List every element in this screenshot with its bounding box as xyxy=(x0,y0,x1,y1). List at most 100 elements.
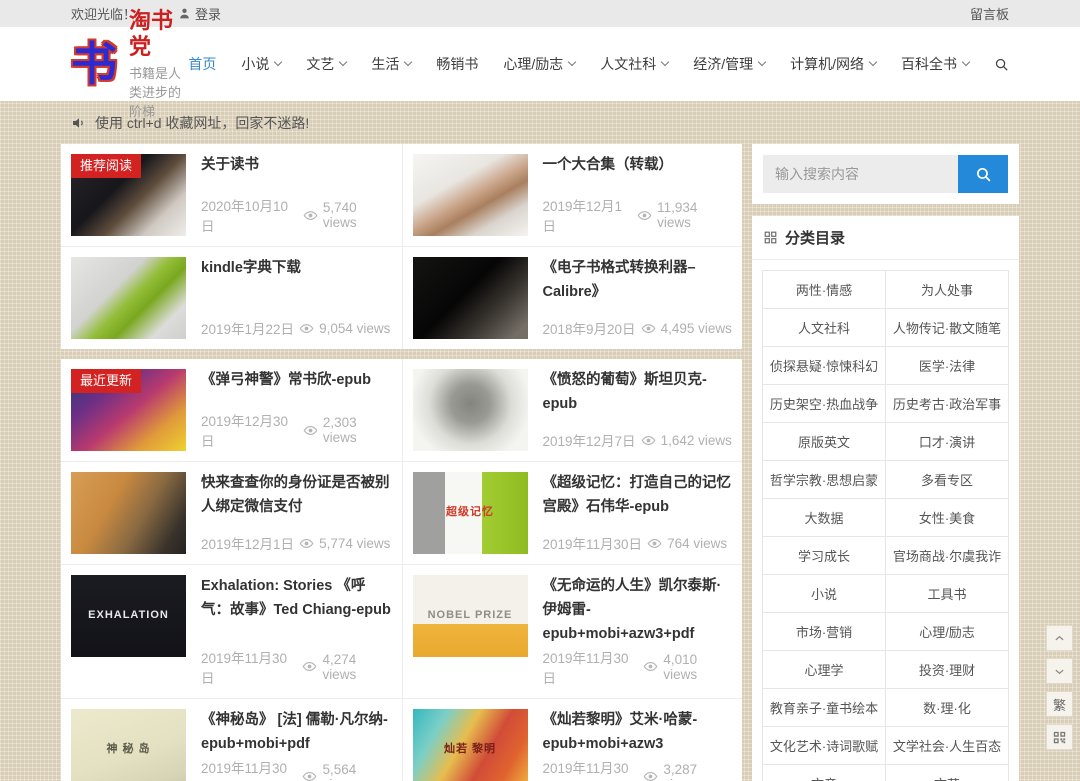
article-thumbnail[interactable] xyxy=(413,154,528,236)
article-title[interactable]: 《无命运的人生》凯尔泰斯·伊姆雷-epub+mobi+azw3+pdf xyxy=(543,575,733,647)
category-link[interactable]: 口才·演讲 xyxy=(886,423,1008,460)
category-link[interactable]: 工具书 xyxy=(886,575,1008,612)
article-title[interactable]: 快来查查你的身份证是否被别人绑定微信支付 xyxy=(201,472,392,520)
article-thumbnail[interactable]: 推荐阅读 xyxy=(71,154,186,236)
category-link[interactable]: 学习成长 xyxy=(763,537,885,574)
category-link[interactable]: 历史考古·政治军事 xyxy=(886,385,1008,422)
article-thumbnail[interactable]: EXHALATION xyxy=(71,575,186,657)
category-link[interactable]: 历史架空·热血战争 xyxy=(763,385,885,422)
article-thumbnail[interactable]: 神 秘 岛 xyxy=(71,709,186,781)
category-link[interactable]: 侦探悬疑·惊悚科幻 xyxy=(763,347,885,384)
nav-life[interactable]: 生活 xyxy=(371,54,411,74)
article-card[interactable]: 《愤怒的葡萄》斯坦贝克-epub 2019年12月7日 1,642 views xyxy=(402,359,743,461)
nav-literature[interactable]: 文艺 xyxy=(306,54,346,74)
article-title[interactable]: 关于读书 xyxy=(201,154,392,178)
article-title[interactable]: 一个大合集（转载） xyxy=(543,154,733,178)
search-icon xyxy=(975,166,992,183)
nav-encyclopedia[interactable]: 百科全书 xyxy=(901,54,969,74)
scroll-bottom-button[interactable] xyxy=(1046,658,1073,684)
nav-economics[interactable]: 经济/管理 xyxy=(693,54,765,74)
article-title[interactable]: 《电子书格式转换利器–Calibre》 xyxy=(543,257,733,305)
nav-home[interactable]: 首页 xyxy=(188,54,216,74)
chevron-down-icon xyxy=(404,58,412,66)
category-link[interactable]: 人文社科 xyxy=(763,309,885,346)
article-thumbnail[interactable] xyxy=(71,472,186,554)
article-thumbnail[interactable]: NOBEL PRIZE xyxy=(413,575,528,657)
views-eye-icon xyxy=(647,536,662,551)
article-thumbnail[interactable] xyxy=(71,257,186,339)
category-link[interactable]: 两性·情感 xyxy=(763,271,885,308)
nav-computers[interactable]: 计算机/网络 xyxy=(790,54,876,74)
nav-fiction[interactable]: 小说 xyxy=(241,54,281,74)
site-name: 淘书党 xyxy=(129,8,188,61)
category-link[interactable]: 大数据 xyxy=(763,499,885,536)
category-link[interactable]: 医学·法律 xyxy=(886,347,1008,384)
views-eye-icon xyxy=(643,769,658,781)
article-title[interactable]: 《灿若黎明》艾米·哈蒙-epub+mobi+azw3 xyxy=(543,709,733,757)
article-card[interactable]: NOBEL PRIZE 《无命运的人生》凯尔泰斯·伊姆雷-epub+mobi+a… xyxy=(402,564,743,698)
search-widget xyxy=(752,144,1019,204)
nav-humanities[interactable]: 人文社科 xyxy=(600,54,668,74)
article-list: 推荐阅读 关于读书 2020年10月10日 5,740 views xyxy=(61,144,742,781)
category-link[interactable]: 女性·美食 xyxy=(886,499,1008,536)
category-link[interactable]: 小说 xyxy=(763,575,885,612)
category-link[interactable]: 原版英文 xyxy=(763,423,885,460)
category-link[interactable]: 文化艺术·诗词歌赋 xyxy=(763,727,885,764)
nav-psychology[interactable]: 心理/励志 xyxy=(503,54,575,74)
article-title[interactable]: 《愤怒的葡萄》斯坦贝克-epub xyxy=(543,369,733,417)
category-link[interactable]: 哲学宗教·思想启蒙 xyxy=(763,461,885,498)
category-link[interactable]: 数·理·化 xyxy=(886,689,1008,726)
category-link[interactable]: 多看专区 xyxy=(886,461,1008,498)
article-card[interactable]: 超级记忆 《超级记忆：打造自己的记忆宫殿》石伟华-epub 2019年11月30… xyxy=(402,461,743,564)
qr-code-button[interactable] xyxy=(1046,724,1073,750)
category-link[interactable]: 投资·理财 xyxy=(886,651,1008,688)
article-views: 5,740 views xyxy=(323,200,392,230)
article-card[interactable]: 神 秘 岛 《神秘岛》 [法] 儒勒·凡尔纳-epub+mobi+pdf 201… xyxy=(61,698,402,781)
article-title[interactable]: Exhalation: Stories 《呼气：故事》Ted Chiang-ep… xyxy=(201,575,392,623)
notice-bar: 使用 ctrl+d 收藏网址，回家不迷路! xyxy=(0,113,1080,133)
article-date: 2019年12月7日 xyxy=(543,430,636,450)
main-nav: 首页 小说 文艺 生活 畅销书 心理/励志 人文社科 经济/管理 计算机/网络 … xyxy=(188,54,1009,74)
category-link[interactable]: 文章 xyxy=(763,765,885,781)
article-title[interactable]: 《超级记忆：打造自己的记忆宫殿》石伟华-epub xyxy=(543,472,733,520)
article-card[interactable]: 《电子书格式转换利器–Calibre》 2018年9月20日 4,495 vie… xyxy=(402,246,743,349)
scroll-top-button[interactable] xyxy=(1046,625,1073,651)
article-date: 2019年11月30日 xyxy=(543,533,643,553)
message-board-link[interactable]: 留言板 xyxy=(970,4,1009,23)
article-title[interactable]: 《神秘岛》 [法] 儒勒·凡尔纳-epub+mobi+pdf xyxy=(201,709,392,757)
category-link[interactable]: 为人处事 xyxy=(886,271,1008,308)
article-card[interactable]: EXHALATION Exhalation: Stories 《呼气：故事》Te… xyxy=(61,564,402,698)
category-link[interactable]: 人物传记·散文随笔 xyxy=(886,309,1008,346)
search-input[interactable] xyxy=(763,155,958,193)
traditional-chinese-toggle[interactable]: 繁 xyxy=(1046,691,1073,717)
article-title[interactable]: kindle字典下载 xyxy=(201,257,392,281)
category-link[interactable]: 文艺 xyxy=(886,765,1008,781)
article-thumbnail[interactable]: 最近更新 xyxy=(71,369,186,451)
nav-search-button[interactable] xyxy=(994,57,1009,72)
nav-bestsellers[interactable]: 畅销书 xyxy=(436,54,478,74)
article-card[interactable]: 最近更新 《弹弓神警》常书欣-epub 2019年12月30日 2,303 vi… xyxy=(61,359,402,461)
article-views: 2,303 views xyxy=(323,415,392,445)
category-link[interactable]: 教育亲子·童书绘本 xyxy=(763,689,885,726)
article-thumbnail[interactable]: 超级记忆 xyxy=(413,472,528,554)
category-link[interactable]: 市场·营销 xyxy=(763,613,885,650)
article-views: 4,495 views xyxy=(661,321,732,336)
category-link[interactable]: 官场商战·尔虞我诈 xyxy=(886,537,1008,574)
category-link[interactable]: 心理/励志 xyxy=(886,613,1008,650)
article-title[interactable]: 《弹弓神警》常书欣-epub xyxy=(201,369,392,393)
article-thumbnail[interactable] xyxy=(413,257,528,339)
article-thumbnail[interactable] xyxy=(413,369,528,451)
category-link[interactable]: 心理学 xyxy=(763,651,885,688)
login-label: 登录 xyxy=(195,4,221,23)
article-card[interactable]: 推荐阅读 关于读书 2020年10月10日 5,740 views xyxy=(61,144,402,246)
category-link[interactable]: 文学社会·人生百态 xyxy=(886,727,1008,764)
article-card[interactable]: 灿若 黎明 《灿若黎明》艾米·哈蒙-epub+mobi+azw3 2019年11… xyxy=(402,698,743,781)
article-card[interactable]: kindle字典下载 2019年1月22日 9,054 views xyxy=(61,246,402,349)
category-header: 分类目录 xyxy=(752,216,1019,260)
recent-block: 最近更新 《弹弓神警》常书欣-epub 2019年12月30日 2,303 vi… xyxy=(61,359,742,781)
article-thumbnail[interactable]: 灿若 黎明 xyxy=(413,709,528,781)
article-card[interactable]: 一个大合集（转载） 2019年12月1日 11,934 views xyxy=(402,144,743,246)
site-logo[interactable]: 书 淘书党 书籍是人类进步的阶梯 xyxy=(71,8,188,121)
article-card[interactable]: 快来查查你的身份证是否被别人绑定微信支付 2019年12月1日 5,774 vi… xyxy=(61,461,402,564)
search-button[interactable] xyxy=(958,155,1008,193)
